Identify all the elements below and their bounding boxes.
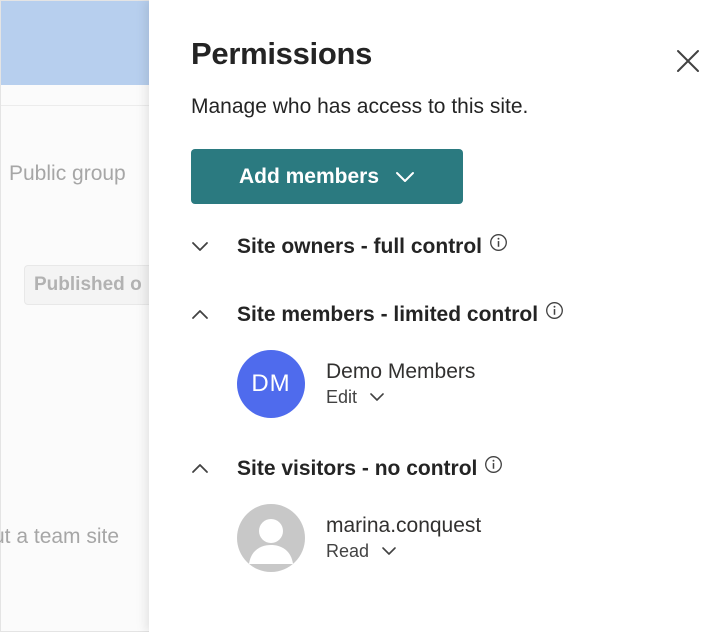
chevron-up-icon[interactable]	[189, 458, 211, 480]
group-type-label: Public group	[9, 162, 126, 185]
chevron-down-icon	[396, 171, 415, 182]
close-button[interactable]	[673, 46, 703, 76]
chevron-up-icon[interactable]	[189, 304, 211, 326]
person-icon	[249, 519, 293, 564]
list-item: marina.conquest Read	[237, 504, 481, 572]
list-item: DM Demo Members Edit	[237, 350, 475, 418]
site-header-banner	[1, 1, 161, 85]
avatar	[237, 504, 305, 572]
member-name: marina.conquest	[326, 514, 482, 537]
panel-description: Manage who has access to this site.	[191, 95, 529, 118]
member-info: Demo Members Edit	[326, 359, 475, 409]
section-title: Site owners - full control	[237, 235, 483, 258]
close-icon	[677, 50, 699, 72]
add-members-label: Add members	[238, 164, 380, 188]
info-icon[interactable]	[484, 455, 503, 474]
member-role-dropdown[interactable]: Edit	[326, 385, 475, 409]
permissions-panel: Permissions Manage who has access to thi…	[149, 0, 718, 632]
section-title: Site members - limited control	[237, 303, 539, 326]
add-members-button[interactable]: Add members	[191, 149, 463, 204]
avatar-initials: DM	[251, 370, 291, 397]
chevron-down-icon	[382, 547, 396, 555]
member-info: marina.conquest Read	[326, 513, 481, 563]
panel-title: Permissions	[191, 36, 373, 71]
member-name: Demo Members	[326, 360, 476, 383]
chevron-down-icon	[370, 393, 384, 401]
section-site-visitors: Site visitors - no control	[189, 454, 503, 484]
section-site-members: Site members - limited control	[189, 300, 564, 330]
info-icon[interactable]	[489, 233, 508, 252]
info-icon[interactable]	[545, 301, 564, 320]
member-role-label: Edit	[326, 387, 358, 407]
team-site-text: ut a team site	[0, 525, 120, 548]
chevron-down-icon[interactable]	[189, 236, 211, 258]
member-role-dropdown[interactable]: Read	[326, 539, 481, 563]
avatar: DM	[237, 350, 305, 418]
published-badge: Published o	[24, 265, 155, 305]
member-role-label: Read	[326, 541, 370, 561]
section-title: Site visitors - no control	[237, 457, 478, 480]
header-divider	[1, 105, 161, 106]
section-site-owners: Site owners - full control	[189, 232, 508, 262]
